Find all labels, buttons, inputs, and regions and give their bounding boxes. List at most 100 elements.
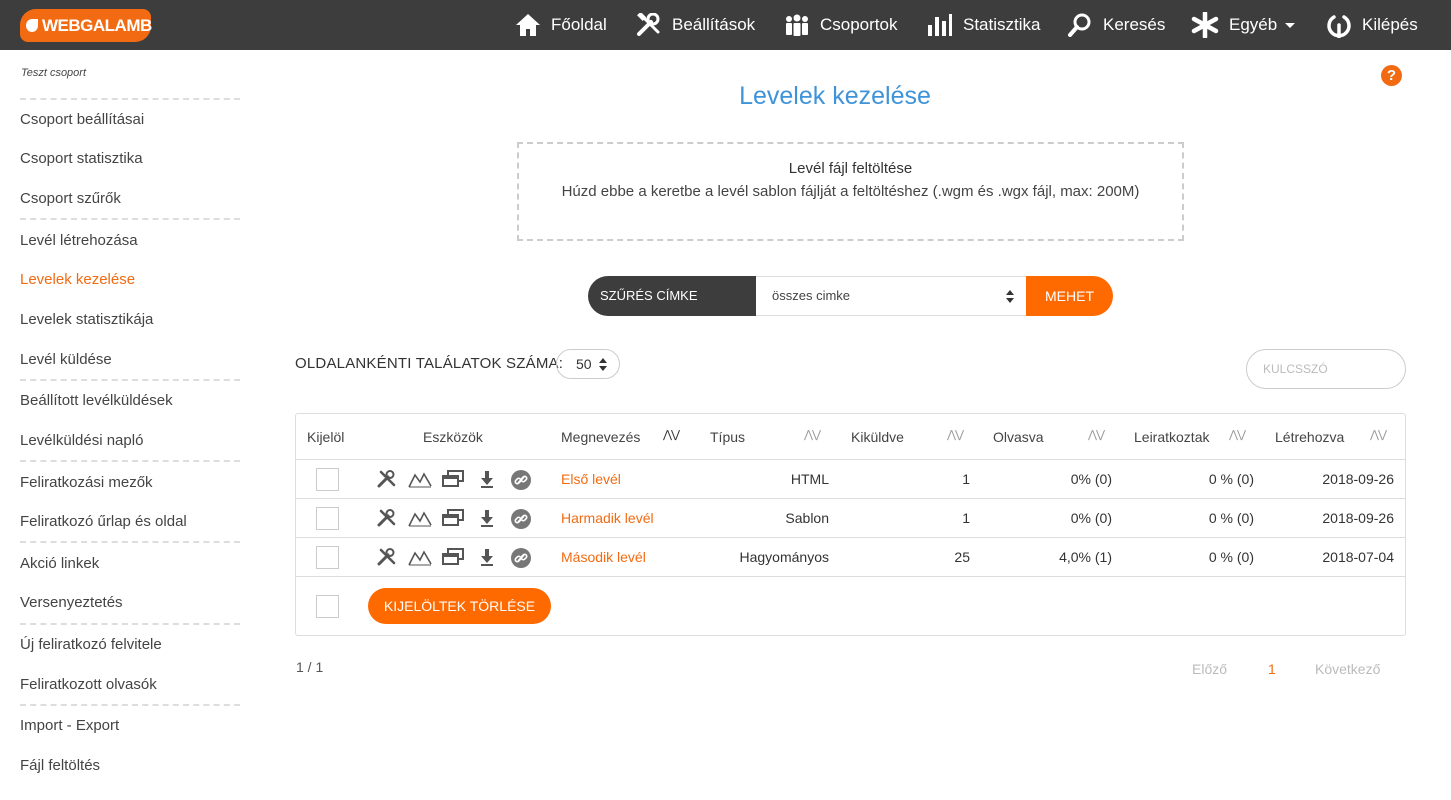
nav-logout[interactable]: Kilépés bbox=[1326, 0, 1418, 50]
sidebar-item-group-settings[interactable]: Csoport beállításai bbox=[20, 111, 144, 128]
link-icon[interactable] bbox=[510, 508, 532, 530]
sort-icon[interactable]: ⋀⋁ bbox=[1229, 428, 1246, 441]
letter-type: HTML bbox=[790, 471, 829, 487]
tag-select[interactable]: összes cimke bbox=[756, 276, 1026, 316]
sidebar-item-file-upload[interactable]: Fájl feltöltés bbox=[20, 757, 100, 774]
letter-read: 0% (0) bbox=[1070, 471, 1112, 487]
copy-windows-icon[interactable] bbox=[442, 548, 464, 566]
sidebar-item-letter-statistics[interactable]: Levelek statisztikája bbox=[20, 311, 153, 328]
sidebar-item-send-log[interactable]: Levélküldési napló bbox=[20, 432, 143, 449]
sidebar-item-add-subscriber[interactable]: Új feliratkozó felvitele bbox=[20, 636, 162, 653]
letter-name-link[interactable]: Első levél bbox=[561, 471, 621, 487]
chevron-down-icon bbox=[1285, 22, 1296, 28]
nav-groups[interactable]: Csoportok bbox=[784, 0, 897, 50]
link-icon[interactable] bbox=[510, 547, 532, 569]
per-page-label: OLDALANKÉNTI TALÁLATOK SZÁMA: bbox=[295, 355, 564, 372]
nav-home[interactable]: Főoldal bbox=[515, 0, 607, 50]
select-arrows-icon bbox=[599, 358, 607, 371]
nav-other-label: Egyéb bbox=[1229, 15, 1278, 34]
tag-filter-label: SZŰRÉS CÍMKE SZERINT bbox=[588, 276, 756, 343]
sidebar-item-group-statistics[interactable]: Csoport statisztika bbox=[20, 150, 143, 167]
column-header-read[interactable]: Olvasva bbox=[993, 429, 1044, 445]
column-header-select: Kijelöl bbox=[307, 429, 345, 445]
table-divider bbox=[296, 498, 1405, 499]
nav-search[interactable]: Keresés bbox=[1067, 0, 1165, 50]
download-icon[interactable] bbox=[480, 470, 494, 488]
sidebar-item-subscribe-form[interactable]: Feliratkozó űrlap és oldal bbox=[20, 513, 187, 530]
sidebar-item-action-links[interactable]: Akció linkek bbox=[20, 555, 99, 572]
statistics-line-icon[interactable] bbox=[408, 509, 432, 527]
sidebar-item-group-filters[interactable]: Csoport szűrők bbox=[20, 190, 121, 207]
sidebar-group-title: Teszt csoport bbox=[21, 67, 87, 79]
sort-icon[interactable]: ⋀⋁ bbox=[804, 428, 821, 441]
column-header-created[interactable]: Létrehozva bbox=[1275, 429, 1344, 445]
upload-dropzone[interactable]: Levél fájl feltöltése Húzd ebbe a keretb… bbox=[517, 142, 1184, 241]
sidebar-item-import-export[interactable]: Import - Export bbox=[20, 717, 119, 734]
sort-icon[interactable]: ⋀⋁ bbox=[947, 428, 964, 441]
logout-icon bbox=[1327, 15, 1351, 38]
download-icon[interactable] bbox=[480, 548, 494, 566]
sort-icon[interactable]: ⋀⋁ bbox=[663, 428, 680, 441]
letter-unsubscribed: 0 % (0) bbox=[1208, 471, 1254, 487]
letter-name-link[interactable]: Második levél bbox=[561, 549, 646, 565]
pagination-prev[interactable]: Előző bbox=[1192, 661, 1227, 677]
keyword-search-input[interactable]: KULCSSZÓ bbox=[1246, 349, 1406, 389]
row-checkbox[interactable] bbox=[316, 546, 339, 569]
letter-type: Hagyományos bbox=[739, 549, 830, 565]
pagination-current[interactable]: 1 bbox=[1268, 661, 1276, 677]
letter-created: 2018-09-26 bbox=[1322, 471, 1394, 487]
settings-tools-icon[interactable] bbox=[377, 548, 397, 566]
column-header-unsubscribed[interactable]: Leiratkoztak bbox=[1134, 429, 1209, 445]
sidebar-item-create-letter[interactable]: Levél létrehozása bbox=[20, 232, 138, 249]
column-header-sent[interactable]: Kiküldve bbox=[851, 429, 904, 445]
column-header-name[interactable]: Megnevezés bbox=[561, 429, 640, 445]
tag-select-value: összes cimke bbox=[772, 288, 851, 303]
per-page-select[interactable]: 50 bbox=[556, 349, 620, 379]
nav-statistics[interactable]: Statisztika bbox=[927, 0, 1040, 50]
logo-mark-icon bbox=[26, 19, 38, 32]
tag-filter: SZŰRÉS CÍMKE SZERINT összes cimke MEHET bbox=[588, 276, 1113, 343]
download-icon[interactable] bbox=[480, 509, 494, 527]
statistics-line-icon[interactable] bbox=[408, 548, 432, 566]
sort-icon[interactable]: ⋀⋁ bbox=[1088, 428, 1105, 441]
sidebar-item-manage-letters[interactable]: Levelek kezelése bbox=[20, 271, 135, 288]
nav-search-label: Keresés bbox=[1103, 15, 1166, 34]
delete-selected-button[interactable]: KIJELÖLTEK TÖRLÉSE bbox=[368, 588, 551, 624]
copy-windows-icon[interactable] bbox=[442, 470, 464, 488]
filter-go-button[interactable]: MEHET bbox=[1026, 276, 1113, 316]
column-header-type[interactable]: Típus bbox=[710, 429, 745, 445]
statistics-line-icon[interactable] bbox=[408, 470, 432, 488]
sidebar-item-subscription-fields[interactable]: Feliratkozási mezők bbox=[20, 474, 153, 491]
upload-title: Levél fájl feltöltése bbox=[788, 160, 913, 177]
letter-unsubscribed: 0 % (0) bbox=[1208, 549, 1254, 565]
select-arrows-icon bbox=[1006, 290, 1014, 303]
select-all-checkbox[interactable] bbox=[316, 595, 339, 618]
settings-tools-icon[interactable] bbox=[377, 470, 397, 488]
copy-windows-icon[interactable] bbox=[442, 509, 464, 527]
sidebar-item-send-letter[interactable]: Levél küldése bbox=[20, 351, 112, 368]
table-divider bbox=[296, 459, 1405, 460]
nav-settings[interactable]: Beállítások bbox=[636, 0, 755, 50]
row-checkbox[interactable] bbox=[316, 507, 339, 530]
top-navbar: WEBGALAMB Főoldal Beállítások Csoportok … bbox=[0, 0, 1451, 50]
sidebar-divider bbox=[20, 460, 240, 462]
nav-other-dropdown[interactable]: Egyéb bbox=[1191, 0, 1296, 50]
sidebar: Teszt csoport Csoport beállításai Csopor… bbox=[0, 50, 248, 800]
sidebar-item-scheduled-sends[interactable]: Beállított levélküldések bbox=[20, 392, 173, 409]
link-icon[interactable] bbox=[510, 469, 532, 491]
sidebar-item-ab-testing[interactable]: Versenyeztetés bbox=[20, 594, 123, 611]
letter-name-link[interactable]: Harmadik levél bbox=[561, 510, 654, 526]
sidebar-divider bbox=[20, 623, 240, 625]
nav-groups-label: Csoportok bbox=[820, 15, 898, 34]
help-icon[interactable]: ? bbox=[1381, 65, 1402, 86]
asterisk-icon bbox=[1191, 12, 1219, 38]
settings-tools-icon[interactable] bbox=[377, 509, 397, 527]
webgalamb-logo[interactable]: WEBGALAMB bbox=[20, 9, 152, 42]
letter-type: Sablon bbox=[785, 510, 829, 526]
sidebar-item-subscribed-readers[interactable]: Feliratkozott olvasók bbox=[20, 676, 157, 693]
row-checkbox[interactable] bbox=[316, 468, 339, 491]
pagination-next[interactable]: Következő bbox=[1315, 661, 1380, 677]
sort-icon[interactable]: ⋀⋁ bbox=[1370, 428, 1387, 441]
tools-icon bbox=[637, 13, 660, 36]
column-header-tools: Eszközök bbox=[423, 429, 483, 445]
